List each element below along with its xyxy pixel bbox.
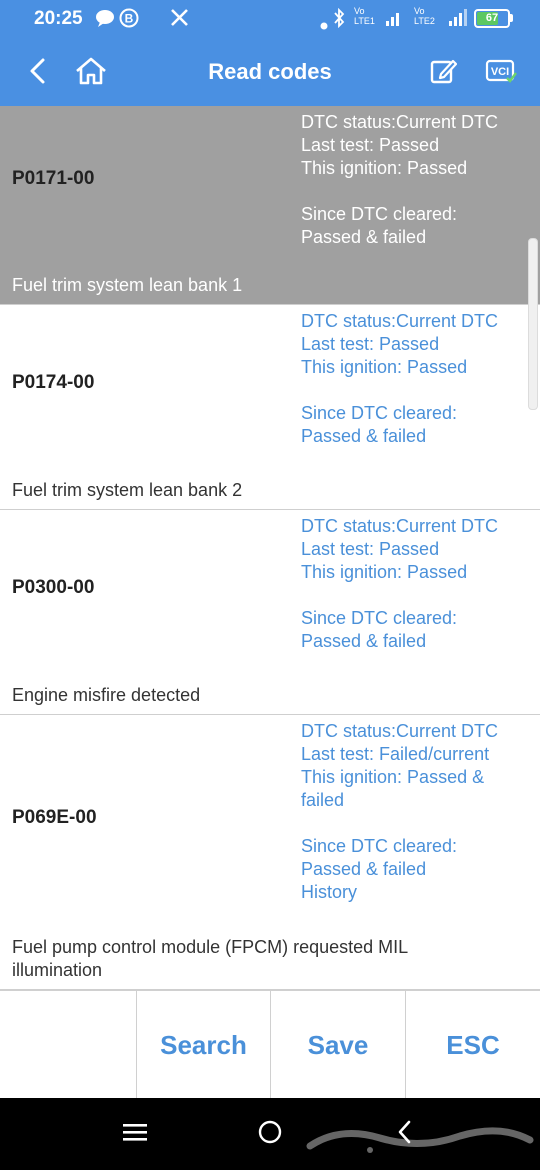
dtc-description: Engine misfire detected [12, 685, 201, 705]
dtc-code: P069E-00 [12, 807, 97, 828]
dtc-status-line: DTC status:Current DTC [301, 112, 499, 132]
menu-button[interactable] [115, 1114, 155, 1154]
dtc-status-line: Last test: Passed [301, 334, 440, 354]
dtc-code: P0171-00 [12, 168, 95, 189]
signal-lte2-icon [448, 8, 468, 34]
sim2-label: Vo LTE2 [414, 6, 435, 26]
dtc-status: DTC status:Current DTC Last test: Passed… [301, 310, 526, 448]
edit-button[interactable] [423, 53, 463, 93]
vci-button[interactable]: VCI [481, 53, 521, 93]
dtc-row[interactable]: P0300-00 DTC status:Current DTC Last tes… [0, 510, 540, 715]
back-nav-button[interactable] [385, 1114, 425, 1154]
search-button[interactable]: Search [136, 991, 270, 1099]
b-circle-icon: B [119, 8, 139, 34]
dtc-row[interactable]: P0174-00 DTC status:Current DTC Last tes… [0, 305, 540, 510]
battery-percent: 67 [485, 12, 499, 24]
dtc-status-line: This ignition: Passed [301, 357, 468, 377]
bluetooth-icon [333, 7, 345, 34]
edit-icon [429, 57, 458, 90]
chat-bubble-icon [94, 8, 116, 34]
sim1-label: Vo LTE1 [354, 6, 375, 26]
dtc-status-line: Last test: Passed [301, 539, 440, 559]
dtc-status-line: DTC status:Current DTC [301, 721, 499, 741]
menu-icon [122, 1122, 148, 1147]
dtc-status-line: Last test: Passed [301, 135, 440, 155]
dtc-since-line: Passed & failed [301, 631, 427, 651]
dtc-status-line: This ignition: Passed [301, 158, 468, 178]
dtc-status-line: failed [301, 790, 345, 810]
dtc-status-line: This ignition: Passed [301, 562, 468, 582]
dtc-since-line: Passed & failed [301, 859, 427, 879]
status-bar: 20:25 B Vo LTE1 Vo LTE2 67 [0, 0, 540, 40]
dtc-since-line: Passed & failed [301, 426, 427, 446]
back-chevron-icon [395, 1119, 415, 1150]
save-button[interactable]: Save [270, 991, 405, 1099]
dtc-status-line: DTC status:Current DTC [301, 311, 499, 331]
vci-label: VCI [491, 66, 509, 78]
dot-icon [320, 14, 328, 36]
dtc-status: DTC status:Current DTC Last test: Failed… [301, 720, 526, 904]
dtc-code: P0300-00 [12, 577, 95, 598]
home-circle-icon [257, 1119, 283, 1150]
dtc-description: Fuel trim system lean bank 2 [12, 480, 243, 500]
dtc-since-line: Since DTC cleared: [301, 204, 458, 224]
system-nav-bar [0, 1098, 540, 1170]
dtc-since-line: Since DTC cleared: [301, 836, 458, 856]
dtc-since-line: History [301, 882, 358, 902]
signal-lte1-icon [385, 8, 403, 34]
battery-indicator: 67 [474, 9, 510, 28]
dtc-status-line: This ignition: Passed & [301, 767, 485, 787]
dtc-since-line: Since DTC cleared: [301, 403, 458, 423]
svg-text:B: B [125, 12, 134, 26]
dtc-since-line: Passed & failed [301, 227, 427, 247]
x-icon [170, 8, 189, 33]
dtc-description: Fuel pump control module (FPCM) requeste… [12, 936, 512, 982]
dtc-description: Fuel trim system lean bank 1 [12, 275, 243, 295]
dtc-status-line: DTC status:Current DTC [301, 516, 499, 536]
esc-button[interactable]: ESC [405, 991, 540, 1099]
dtc-list: P0171-00 DTC status:Current DTC Last tes… [0, 106, 540, 990]
home-nav-button[interactable] [250, 1114, 290, 1154]
dtc-status: DTC status:Current DTC Last test: Passed… [301, 111, 526, 249]
dtc-since-line: Since DTC cleared: [301, 608, 458, 628]
scrollbar-thumb[interactable] [528, 238, 538, 410]
app-header: Read codes VCI [0, 40, 540, 106]
vci-icon: VCI [485, 58, 517, 89]
empty-toolbar-slot [0, 991, 136, 1099]
dtc-status: DTC status:Current DTC Last test: Passed… [301, 515, 526, 653]
dtc-description-line: Fuel pump control module (FPCM) requeste… [12, 937, 409, 957]
status-time: 20:25 [34, 8, 83, 29]
dtc-row[interactable]: P069E-00 DTC status:Current DTC Last tes… [0, 715, 540, 990]
dtc-description-line: illumination [12, 960, 103, 980]
dtc-row[interactable]: P0171-00 DTC status:Current DTC Last tes… [0, 106, 540, 305]
dtc-code: P0174-00 [12, 372, 95, 393]
bottom-toolbar: Search Save ESC [0, 990, 540, 1099]
dtc-status-line: Last test: Failed/current [301, 744, 490, 764]
battery-tip [510, 14, 513, 22]
